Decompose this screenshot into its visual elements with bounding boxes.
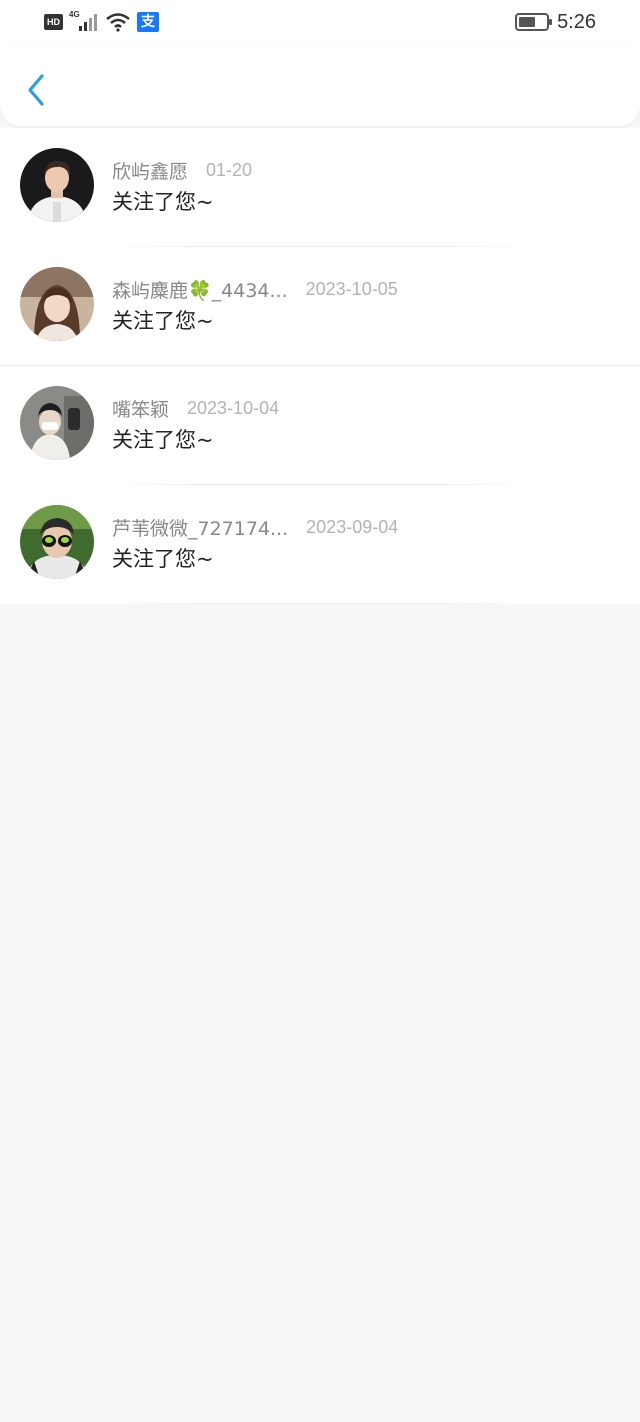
- notification-list: 欣屿鑫愿 01-20 关注了您~ 森屿麋鹿🍀_4434... 2023-10-0…: [0, 128, 640, 604]
- battery-icon: [515, 13, 553, 31]
- status-left: HD 4G 支: [44, 10, 159, 34]
- signal-icon: 4G: [69, 10, 99, 32]
- avatar[interactable]: [20, 386, 94, 460]
- list-item[interactable]: 芦苇微微_727174... 2023-09-04 关注了您~: [0, 485, 640, 604]
- name-line: 芦苇微微_727174... 2023-09-04: [112, 513, 398, 541]
- status-bar: HD 4G 支 5:26: [0, 0, 640, 44]
- name-line: 嘴笨颖 2023-10-04: [112, 394, 279, 422]
- chevron-left-icon: [28, 74, 44, 106]
- list-item[interactable]: 嘴笨颖 2023-10-04 关注了您~: [0, 366, 640, 485]
- clock: 5:26: [557, 10, 596, 33]
- user-name[interactable]: 欣屿鑫愿: [112, 157, 188, 184]
- avatar[interactable]: [20, 267, 94, 341]
- list-item[interactable]: 森屿麋鹿🍀_4434... 2023-10-05 关注了您~: [0, 247, 640, 366]
- notification-date: 2023-10-05: [305, 278, 398, 299]
- notification-date: 01-20: [206, 159, 253, 180]
- list-item[interactable]: 欣屿鑫愿 01-20 关注了您~: [0, 128, 640, 247]
- notification-message: 关注了您~: [112, 547, 214, 571]
- alipay-icon: 支: [137, 12, 159, 32]
- name-line: 欣屿鑫愿 01-20: [112, 156, 252, 184]
- network-type-label: 4G: [69, 10, 80, 19]
- avatar[interactable]: [20, 148, 94, 222]
- avatar[interactable]: [20, 505, 94, 579]
- status-right: 5:26: [515, 10, 596, 34]
- divider: [108, 603, 530, 604]
- user-name[interactable]: 森屿麋鹿🍀_4434...: [112, 276, 288, 303]
- notification-message: 关注了您~: [112, 309, 214, 333]
- notification-message: 关注了您~: [112, 190, 214, 214]
- top-bar: [0, 44, 640, 126]
- notification-date: 2023-10-04: [187, 397, 280, 418]
- notification-date: 2023-09-04: [306, 516, 399, 537]
- wifi-icon: [106, 13, 130, 32]
- notification-message: 关注了您~: [112, 428, 214, 452]
- user-name[interactable]: 嘴笨颖: [112, 395, 169, 422]
- user-name[interactable]: 芦苇微微_727174...: [112, 514, 288, 541]
- name-line: 森屿麋鹿🍀_4434... 2023-10-05: [112, 275, 398, 303]
- hd-icon: HD: [44, 14, 63, 30]
- back-button[interactable]: [18, 70, 54, 110]
